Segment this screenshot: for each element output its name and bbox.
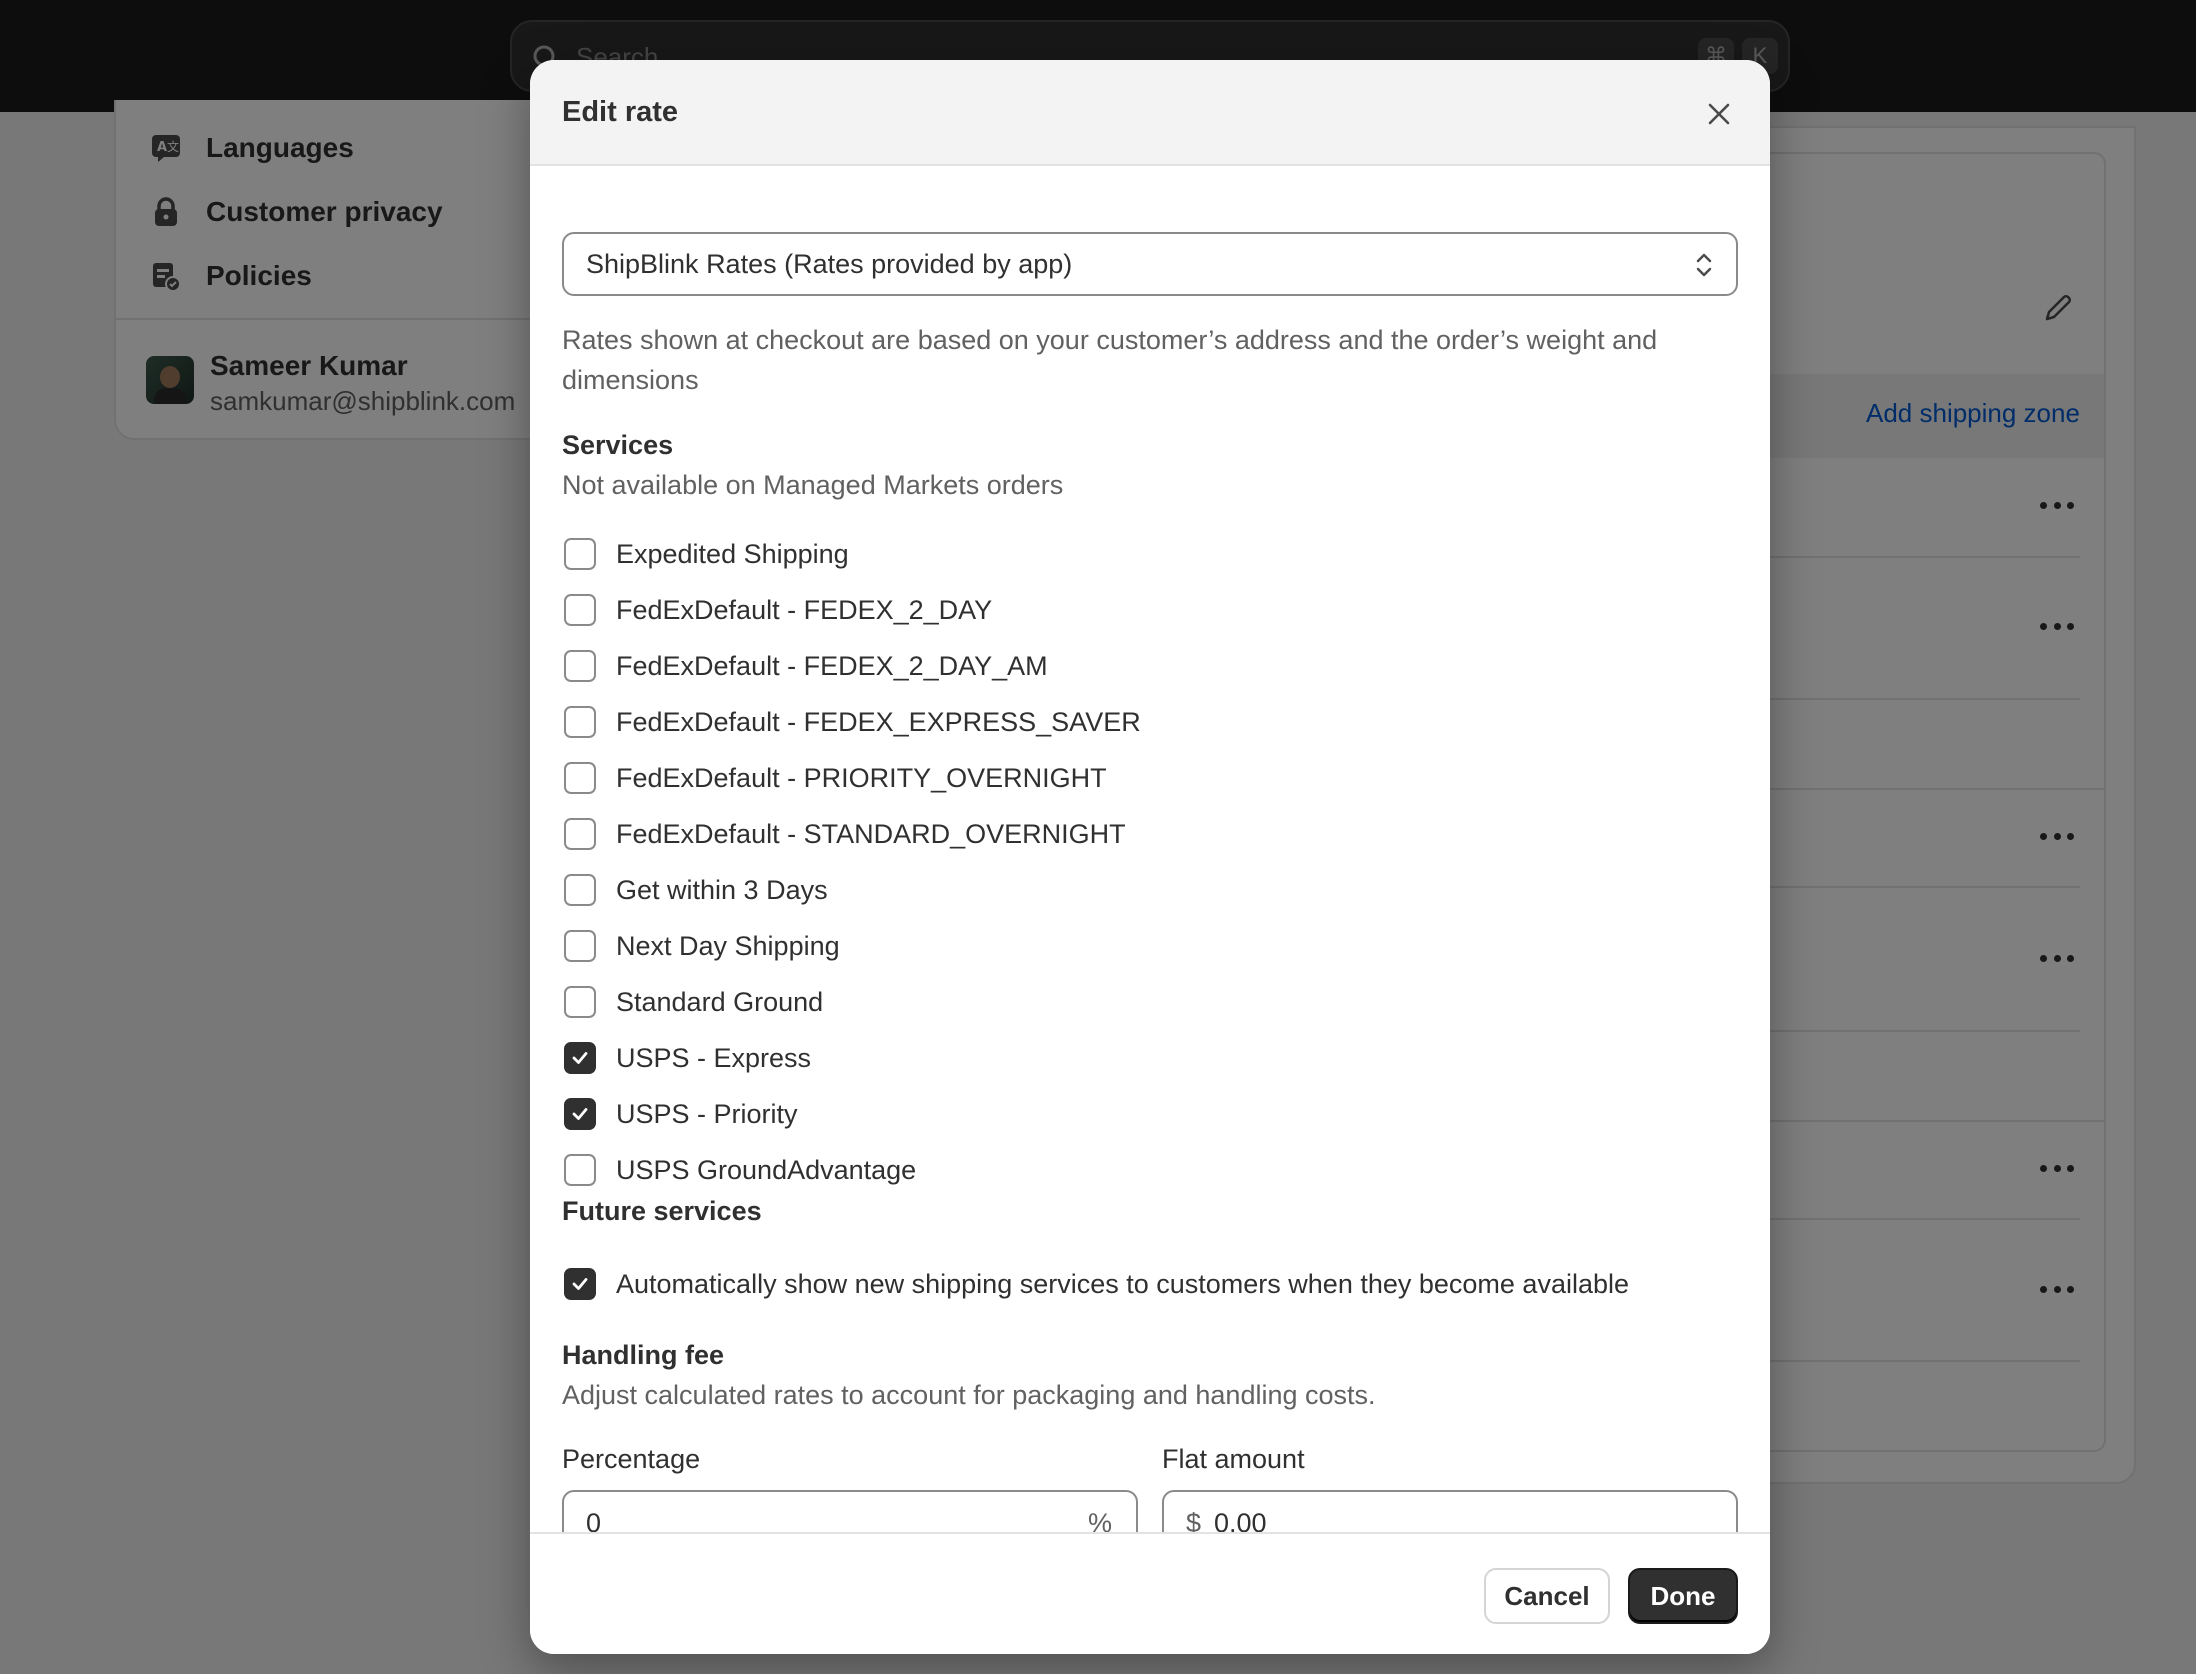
select-chevron-icon (1696, 253, 1712, 277)
modal-body[interactable]: ShipBlink Rates (Rates provided by app) … (530, 168, 1770, 1592)
service-checkbox[interactable] (564, 1042, 596, 1074)
service-checkbox[interactable] (564, 874, 596, 906)
service-label: USPS - Express (616, 1042, 812, 1073)
service-label: Get within 3 Days (616, 874, 828, 905)
future-services-heading: Future services (562, 1196, 762, 1226)
service-checkbox[interactable] (564, 762, 596, 794)
checkmark-icon (572, 1108, 588, 1120)
done-button[interactable]: Done (1628, 1568, 1738, 1624)
service-checkbox[interactable] (564, 818, 596, 850)
service-checkbox[interactable] (564, 1154, 596, 1186)
service-label: Expedited Shipping (616, 538, 849, 569)
service-checkbox-row[interactable]: USPS - Express (564, 1038, 811, 1078)
service-checkbox-row[interactable]: FedExDefault - PRIORITY_OVERNIGHT (564, 758, 1107, 798)
service-checkbox[interactable] (564, 594, 596, 626)
service-checkbox[interactable] (564, 706, 596, 738)
auto-show-services-checkbox[interactable] (564, 1268, 596, 1300)
service-checkbox-row[interactable]: FedExDefault - FEDEX_EXPRESS_SAVER (564, 702, 1141, 742)
service-checkbox[interactable] (564, 1098, 596, 1130)
service-checkbox-row[interactable]: USPS GroundAdvantage (564, 1150, 916, 1190)
handling-fee-heading: Handling fee (562, 1340, 725, 1370)
auto-show-services-label: Automatically show new shipping services… (616, 1268, 1630, 1299)
rate-provider-value: ShipBlink Rates (Rates provided by app) (586, 249, 1073, 279)
service-label: USPS GroundAdvantage (616, 1154, 917, 1185)
rate-provider-select[interactable]: ShipBlink Rates (Rates provided by app) (562, 232, 1738, 296)
service-checkbox-row[interactable]: FedExDefault - FEDEX_2_DAY (564, 590, 992, 630)
service-checkbox-row[interactable]: FedExDefault - FEDEX_2_DAY_AM (564, 646, 1048, 686)
service-checkbox-row[interactable]: Expedited Shipping (564, 534, 849, 574)
service-checkbox[interactable] (564, 986, 596, 1018)
flat-amount-label: Flat amount (1162, 1444, 1305, 1474)
service-checkbox-row[interactable]: Get within 3 Days (564, 870, 828, 910)
handling-fee-subtext: Adjust calculated rates to account for p… (562, 1380, 1376, 1410)
service-checkbox-row[interactable]: FedExDefault - STANDARD_OVERNIGHT (564, 814, 1126, 854)
service-checkbox-row[interactable]: USPS - Priority (564, 1094, 798, 1134)
cancel-button[interactable]: Cancel (1484, 1568, 1610, 1624)
service-label: FedExDefault - FEDEX_2_DAY (616, 594, 993, 625)
close-icon (1708, 103, 1730, 125)
modal-footer: Cancel Done (530, 1532, 1770, 1654)
close-button[interactable] (1700, 95, 1738, 133)
service-checkbox[interactable] (564, 650, 596, 682)
service-label: FedExDefault - PRIORITY_OVERNIGHT (616, 762, 1107, 793)
service-checkbox[interactable] (564, 930, 596, 962)
service-label: USPS - Priority (616, 1098, 798, 1129)
service-label: FedExDefault - FEDEX_EXPRESS_SAVER (616, 706, 1141, 737)
percentage-label: Percentage (562, 1444, 701, 1474)
edit-rate-modal: Edit rate ShipBlink Rates (Rates provide… (530, 60, 1770, 1654)
service-label: Standard Ground (616, 986, 824, 1017)
checkmark-icon (572, 1052, 588, 1064)
auto-show-services-checkbox-row[interactable]: Automatically show new shipping services… (564, 1264, 1629, 1304)
service-checkbox-row[interactable]: Next Day Shipping (564, 926, 840, 966)
service-label: FedExDefault - FEDEX_2_DAY_AM (616, 650, 1048, 681)
services-heading: Services (562, 430, 674, 460)
services-subtext: Not available on Managed Markets orders (562, 470, 1064, 500)
service-label: FedExDefault - STANDARD_OVERNIGHT (616, 818, 1126, 849)
service-label: Next Day Shipping (616, 930, 840, 961)
service-checkbox[interactable] (564, 538, 596, 570)
checkmark-icon (572, 1278, 588, 1290)
rate-help-text: Rates shown at checkout are based on you… (562, 325, 1658, 395)
modal-header: Edit rate (530, 60, 1770, 166)
service-checkbox-row[interactable]: Standard Ground (564, 982, 823, 1022)
modal-title: Edit rate (562, 96, 679, 128)
